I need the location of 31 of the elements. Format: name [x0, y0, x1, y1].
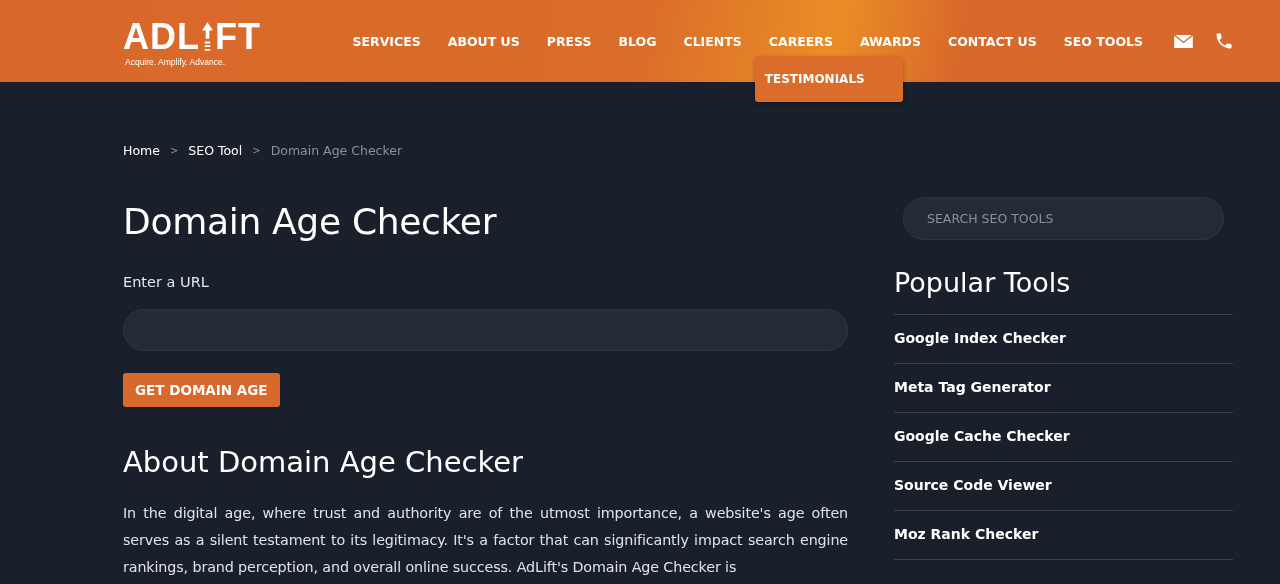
- nav-link[interactable]: ABOUT US: [447, 33, 520, 49]
- section-heading: About Domain Age Checker: [123, 444, 523, 480]
- logo[interactable]: ADL FT Acquire. Amplify. Advance.: [123, 19, 261, 67]
- nav-link[interactable]: SERVICES: [352, 33, 421, 49]
- nav-link[interactable]: SEO TOOLS: [1063, 33, 1143, 49]
- nav-link[interactable]: CONTACT US: [948, 33, 1037, 49]
- tool-link[interactable]: Moz Rank Checker: [894, 511, 1233, 560]
- nav-link[interactable]: AWARDS: [860, 33, 921, 49]
- url-input-field[interactable]: [123, 309, 848, 351]
- tool-link[interactable]: Google Cache Checker: [894, 413, 1233, 462]
- mail-icon[interactable]: [1174, 34, 1193, 48]
- tool-link[interactable]: Google Index Checker: [894, 315, 1233, 364]
- tool-link[interactable]: Meta Tag Generator: [894, 364, 1233, 413]
- field-label: Enter a URL: [123, 274, 209, 290]
- nav-link[interactable]: BLOG: [618, 33, 657, 49]
- breadcrumb-link[interactable]: Home: [123, 143, 160, 158]
- nav-link[interactable]: CLIENTS: [683, 33, 742, 49]
- tool-link[interactable]: Source Code Viewer: [894, 462, 1233, 511]
- page-title: Domain Age Checker: [123, 200, 497, 244]
- breadcrumb-current-page: Domain Age Checker: [270, 143, 403, 158]
- sidebar-heading: Popular Tools: [894, 267, 1072, 299]
- dropdown-item[interactable]: TESTIMONIALS: [764, 71, 865, 86]
- paragraph: In the digital age, where trust and authority are of the utmost importance, a website's age often serves as a silent testament to its legitimacy. It's a factor that can significantly impact search engine rankings, brand perception, and overall online success. AdLift's Domain Age Checker is: [123, 504, 848, 577]
- breadcrumb-separator: >: [169, 145, 179, 156]
- nav-link[interactable]: CAREERS: [768, 33, 833, 49]
- breadcrumb-link[interactable]: SEO Tool: [188, 143, 243, 158]
- search-field[interactable]: SEARCH SEO TOOLS: [903, 197, 1224, 240]
- submit-button[interactable]: GET DOMAIN AGE: [123, 373, 280, 407]
- breadcrumb-separator: >: [252, 145, 261, 156]
- phone-icon[interactable]: [1214, 31, 1234, 51]
- nav-link[interactable]: PRESS: [546, 33, 592, 49]
